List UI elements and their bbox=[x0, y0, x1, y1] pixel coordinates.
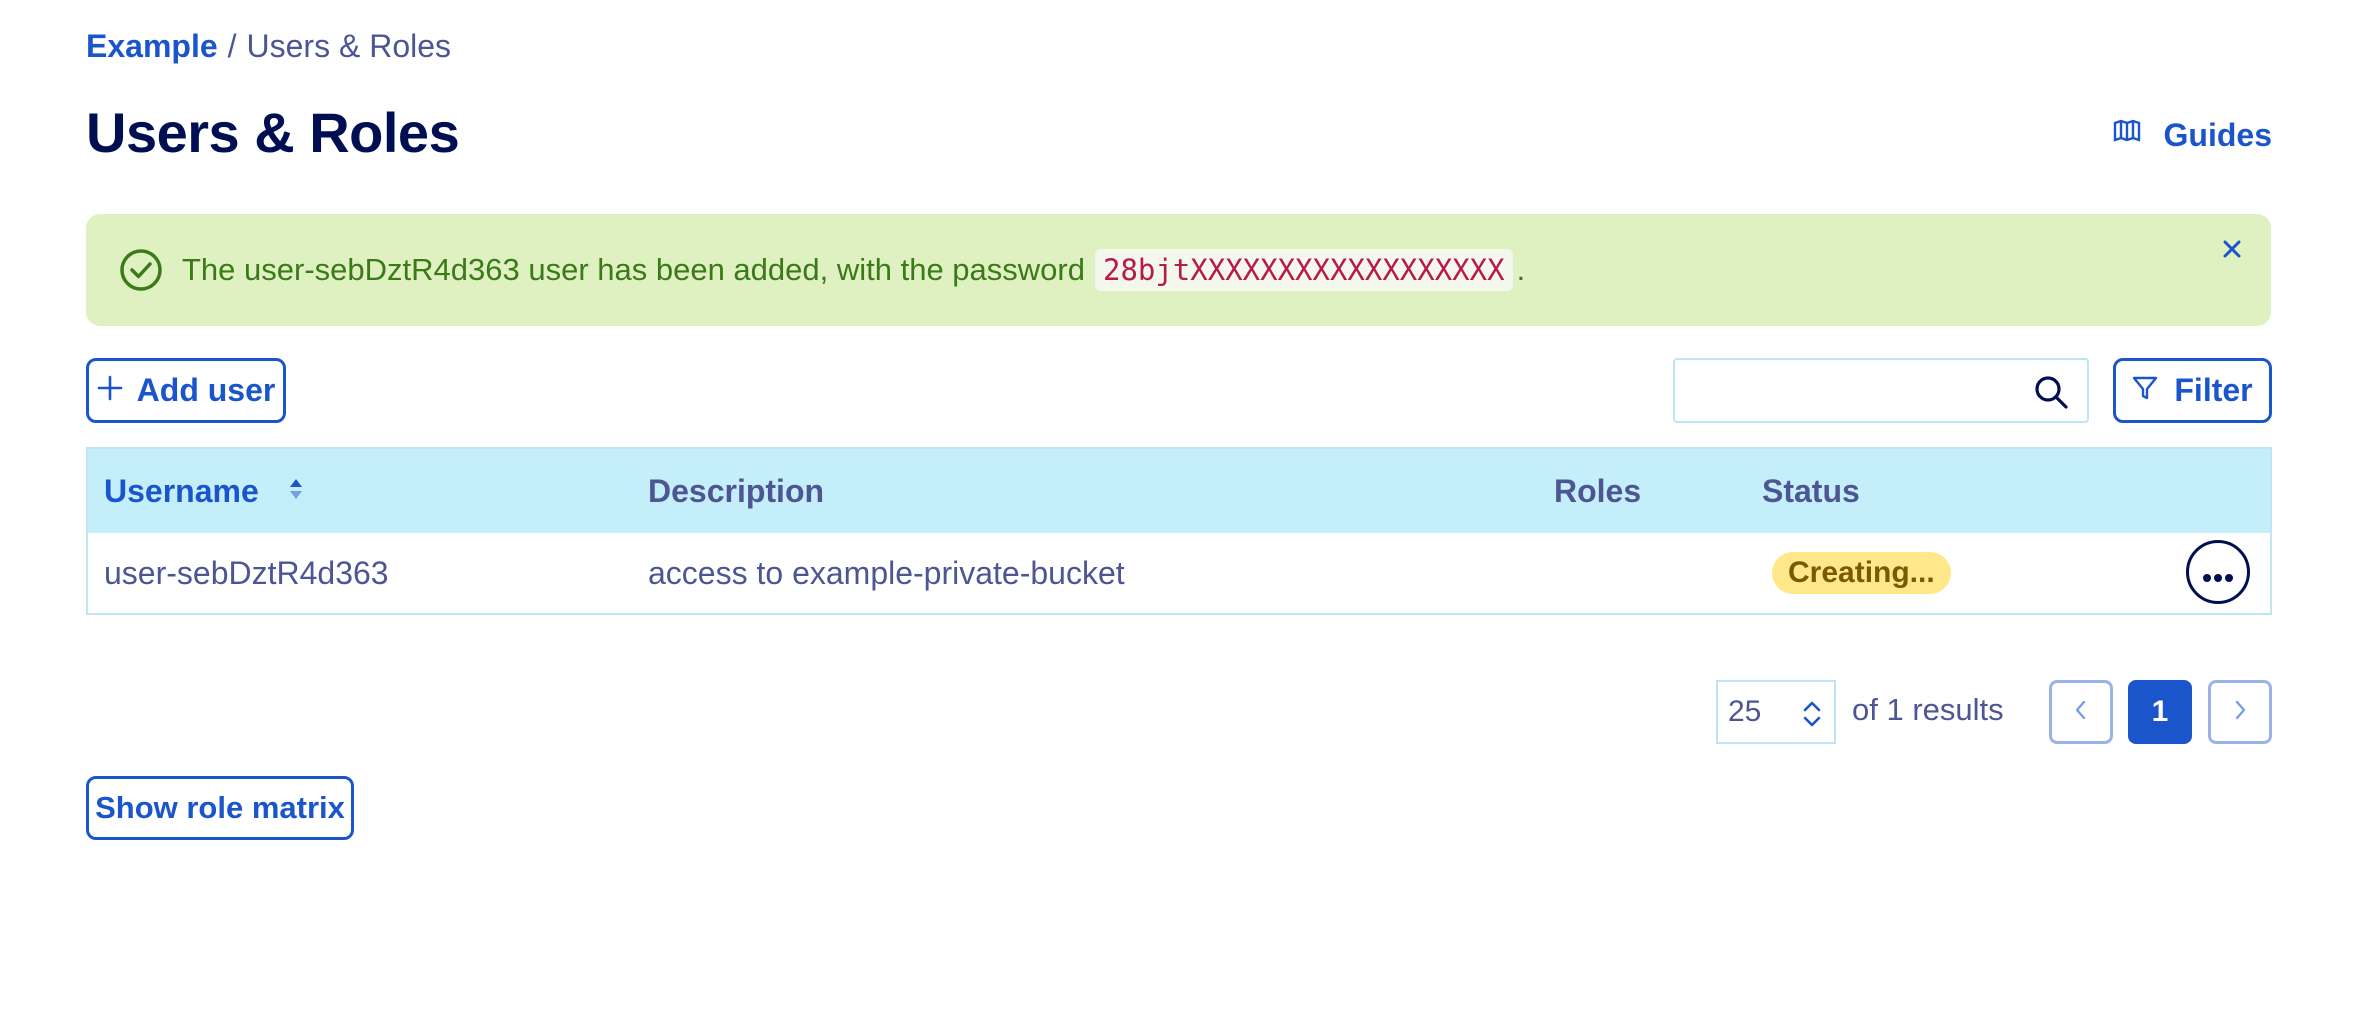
table-header: Username Description Roles Status bbox=[88, 449, 2270, 533]
per-page-select[interactable]: 25 bbox=[1716, 680, 1836, 744]
sort-icon[interactable] bbox=[287, 473, 305, 510]
column-header-status: Status bbox=[1762, 472, 1860, 509]
page-button-current[interactable]: 1 bbox=[2128, 680, 2192, 744]
check-circle-icon bbox=[118, 247, 164, 293]
add-user-label: Add user bbox=[136, 372, 276, 408]
users-table: Username Description Roles Status user-s… bbox=[86, 447, 2272, 615]
column-header-username[interactable]: Username bbox=[104, 473, 305, 510]
column-header-roles: Roles bbox=[1554, 472, 1642, 509]
alert-message-end: . bbox=[1516, 252, 1526, 287]
filter-label: Filter bbox=[2174, 372, 2253, 408]
table-row: user-sebDztR4d363 access to example-priv… bbox=[88, 533, 2270, 613]
show-role-matrix-button[interactable]: Show role matrix bbox=[86, 776, 354, 840]
more-options-icon bbox=[2202, 554, 2234, 591]
per-page-value: 25 bbox=[1728, 695, 1762, 728]
guides-label: Guides bbox=[2163, 116, 2272, 153]
filter-icon bbox=[2132, 372, 2158, 409]
alert-message-text: The user-sebDztR4d363 user has been adde… bbox=[182, 252, 1085, 287]
alert-password: 28bjtXXXXXXXXXXXXXXXXXX bbox=[1094, 249, 1513, 291]
alert-message: The user-sebDztR4d363 user has been adde… bbox=[182, 249, 1525, 291]
breadcrumb-separator: / bbox=[227, 28, 237, 64]
book-icon bbox=[2112, 116, 2142, 154]
search-input[interactable] bbox=[1675, 360, 2005, 421]
close-icon[interactable] bbox=[2215, 232, 2249, 266]
search-box bbox=[1673, 358, 2089, 423]
breadcrumb-link-example[interactable]: Example bbox=[86, 28, 218, 65]
add-user-button[interactable]: Add user bbox=[86, 358, 286, 423]
filter-button[interactable]: Filter bbox=[2113, 358, 2272, 423]
plus-icon bbox=[97, 372, 123, 409]
success-alert: The user-sebDztR4d363 user has been adde… bbox=[86, 214, 2271, 326]
column-username-label: Username bbox=[104, 472, 259, 509]
breadcrumb: Example / Users & Roles bbox=[86, 28, 451, 65]
page-title: Users & Roles bbox=[86, 101, 460, 164]
status-badge: Creating... bbox=[1772, 552, 1951, 594]
next-page-button[interactable] bbox=[2208, 680, 2272, 744]
previous-page-button[interactable] bbox=[2049, 680, 2113, 744]
cell-username: user-sebDztR4d363 bbox=[104, 554, 389, 591]
column-header-description: Description bbox=[648, 472, 825, 509]
cell-description: access to example-private-bucket bbox=[648, 554, 1125, 591]
results-count: of 1 results bbox=[1852, 692, 2004, 727]
breadcrumb-current: Users & Roles bbox=[246, 28, 452, 64]
chevron-right-icon bbox=[2230, 698, 2250, 727]
row-actions-button[interactable] bbox=[2186, 540, 2250, 604]
chevron-left-icon bbox=[2071, 698, 2091, 727]
guides-link[interactable]: Guides bbox=[2112, 116, 2272, 154]
